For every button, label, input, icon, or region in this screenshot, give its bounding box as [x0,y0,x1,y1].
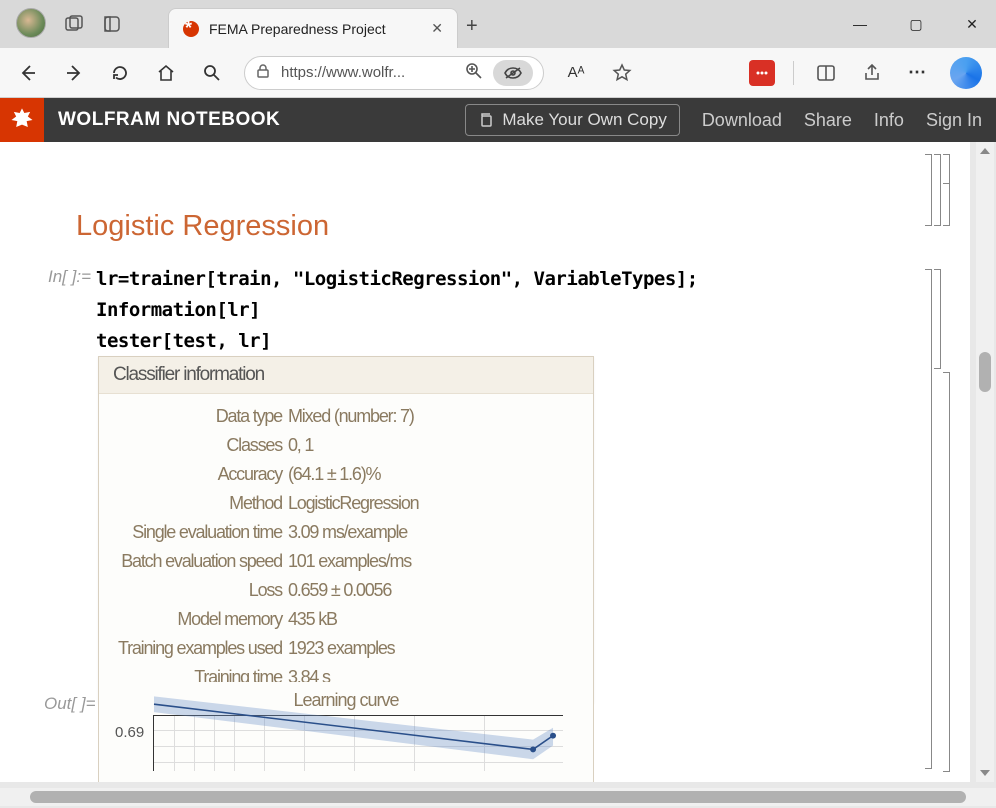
home-button[interactable] [152,59,180,87]
favorite-button[interactable] [608,59,636,87]
split-screen-icon[interactable] [812,59,840,87]
back-button[interactable] [14,59,42,87]
info-row: MethodLogisticRegression [99,489,593,518]
window-titlebar: FEMA Preparedness Project ✕ + — ▢ ✕ [0,0,996,48]
vertical-scrollbar[interactable] [976,142,994,782]
tab-actions-icon[interactable] [96,8,128,40]
vertical-scroll-thumb[interactable] [979,352,991,392]
info-row: Loss0.659 ± 0.0056 [99,576,593,605]
more-menu-button[interactable]: ⋯ [904,59,932,87]
section-title: Logistic Regression [76,210,329,243]
share-page-icon[interactable] [858,59,886,87]
tracking-prevention-icon[interactable] [493,60,533,86]
wolfram-brand-text: WOLFRAM NOTEBOOK [58,109,465,131]
tab-close-button[interactable]: ✕ [431,20,443,37]
signin-link[interactable]: Sign In [926,110,982,131]
info-row: Accuracy(64.1 ± 1.6)% [99,460,593,489]
search-button[interactable] [198,59,226,87]
wolfram-header: WOLFRAM NOTEBOOK Make Your Own Copy Down… [0,98,996,142]
window-controls: — ▢ ✕ [844,8,988,40]
horizontal-scrollbar[interactable] [0,788,996,806]
chart-plot-area [153,715,563,771]
maximize-button[interactable]: ▢ [900,8,932,40]
info-row: Batch evaluation speed101 examples/ms [99,547,593,576]
url-text: https://www.wolfr... [281,64,455,81]
profile-avatar[interactable] [16,8,46,38]
make-copy-button[interactable]: Make Your Own Copy [465,104,679,136]
info-link[interactable]: Info [874,110,904,131]
read-aloud-icon[interactable]: Aᴬ [562,59,590,87]
learning-curve-chart: Learning curve 0.69 [98,682,594,782]
output-label: Out[ ]= [44,694,96,714]
share-link[interactable]: Share [804,110,852,131]
horizontal-scroll-thumb[interactable] [30,791,966,803]
classifier-info-panel: Classifier information Data typeMixed (n… [98,356,594,703]
notebook-content: Logistic Regression In[ ]:= Out[ ]= lr=t… [0,142,970,782]
lock-icon [255,63,271,83]
info-row: Classes0, 1 [99,431,593,460]
info-panel-title: Classifier information [99,357,593,394]
copilot-icon[interactable] [950,57,982,89]
new-tab-button[interactable]: + [466,15,478,38]
wolfram-logo-icon[interactable] [0,98,44,142]
workspaces-icon[interactable] [58,8,90,40]
chart-ytick: 0.69 [115,724,144,741]
info-row: Data typeMixed (number: 7) [99,402,593,431]
cell-bracket-gutter[interactable] [920,154,950,774]
info-row: Model memory435 kB [99,605,593,634]
make-copy-label: Make Your Own Copy [502,110,666,130]
code-line: tester[test, lr] [96,326,698,357]
download-link[interactable]: Download [702,110,782,131]
browser-tab[interactable]: FEMA Preparedness Project ✕ [168,8,458,48]
code-input-cell[interactable]: lr=trainer[train, "LogisticRegression", … [96,264,698,357]
code-line: lr=trainer[train, "LogisticRegression", … [96,264,698,295]
chart-series-icon [154,716,563,771]
toolbar-divider [793,61,794,85]
minimize-button[interactable]: — [844,8,876,40]
address-bar[interactable]: https://www.wolfr... [244,56,544,90]
wolfram-favicon-icon [183,21,199,37]
tab-title: FEMA Preparedness Project [209,21,421,37]
forward-button[interactable] [60,59,88,87]
refresh-button[interactable] [106,59,134,87]
browser-toolbar: https://www.wolfr... Aᴬ ⋯ [0,48,996,98]
close-window-button[interactable]: ✕ [956,8,988,40]
info-row: Training examples used1923 examples [99,634,593,663]
info-row: Single evaluation time3.09 ms/example [99,518,593,547]
info-panel-body: Data typeMixed (number: 7) Classes0, 1 A… [99,394,593,702]
code-line: Information[lr] [96,295,698,326]
input-label: In[ ]:= [48,267,91,287]
extension-icon[interactable] [749,60,775,86]
zoom-icon[interactable] [465,62,483,84]
